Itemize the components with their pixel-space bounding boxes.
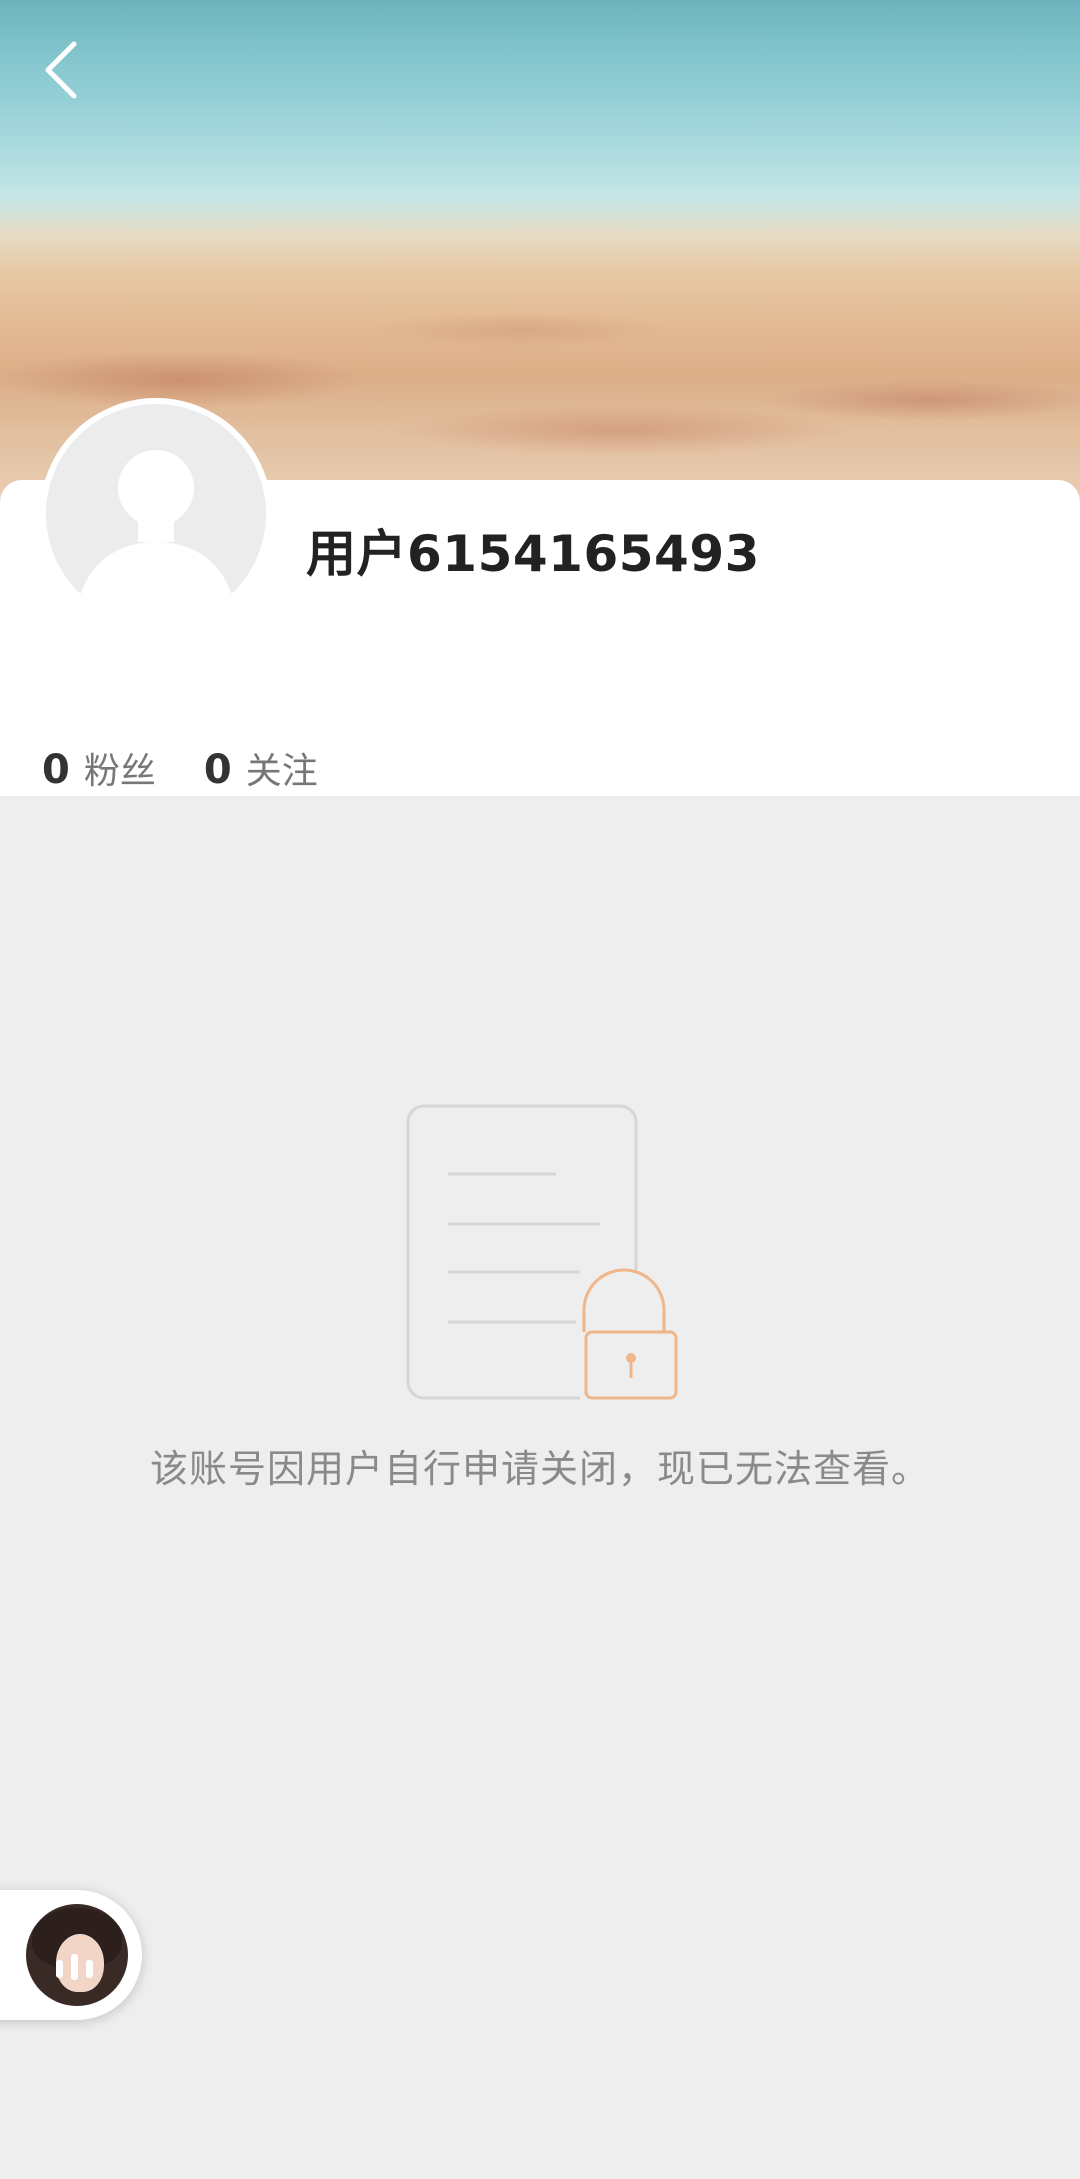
chevron-left-icon xyxy=(45,41,77,99)
account-closed-message: 该账号因用户自行申请关闭，现已无法查看。 xyxy=(149,1447,930,1491)
default-avatar-icon xyxy=(46,404,266,624)
audio-playing-icon xyxy=(56,1954,93,1980)
following-count: 0 xyxy=(203,747,232,793)
locked-document-icon xyxy=(400,1100,692,1410)
floating-player-avatar xyxy=(26,1904,128,2006)
followers-count: 0 xyxy=(42,747,70,793)
username: 用户6154165493 xyxy=(306,525,760,583)
back-button[interactable] xyxy=(30,30,90,110)
following-label: 关注 xyxy=(245,751,318,792)
avatar[interactable] xyxy=(40,398,272,630)
followers-label: 粉丝 xyxy=(83,751,156,792)
following-stat[interactable]: 0 关注 xyxy=(204,742,318,794)
floating-player-bubble[interactable] xyxy=(0,1890,142,2020)
profile-page: 用户6154165493 0 粉丝 0 关注 该账号因用户自行申请关闭，现已无法… xyxy=(0,0,1080,2179)
profile-stats: 0 粉丝 0 关注 xyxy=(42,742,366,794)
followers-stat[interactable]: 0 粉丝 xyxy=(42,742,156,794)
